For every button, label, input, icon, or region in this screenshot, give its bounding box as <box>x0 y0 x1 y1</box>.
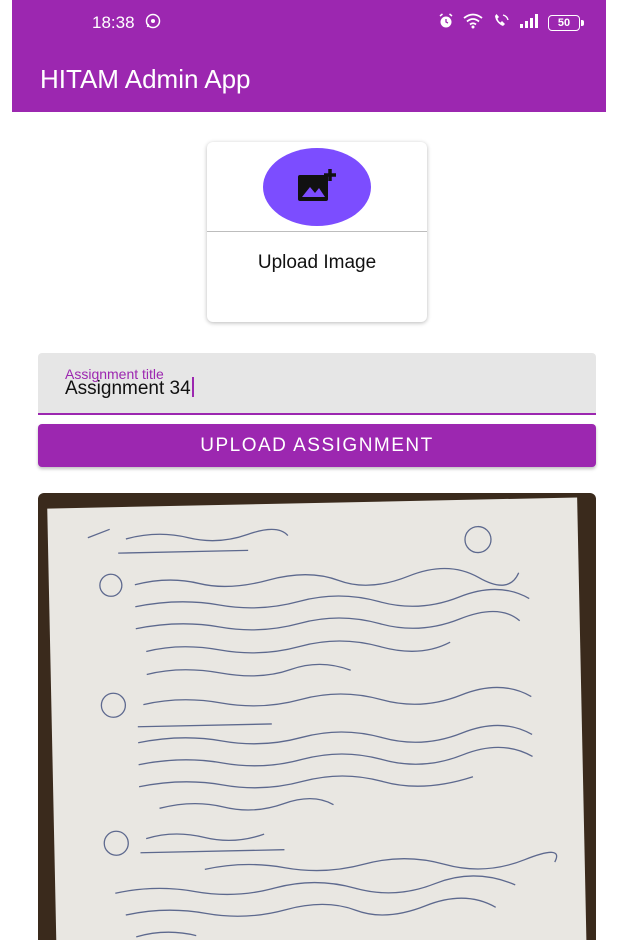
alarm-icon <box>438 12 454 34</box>
upload-image-label: Upload Image <box>257 252 377 273</box>
assignment-title-value: Assignment 34 <box>65 378 191 399</box>
whatsapp-icon <box>145 13 161 34</box>
status-bar: 18:38 50 <box>12 0 606 46</box>
upload-assignment-button[interactable]: UPLOAD ASSIGNMENT <box>38 424 596 467</box>
app-title: HITAM Admin App <box>40 63 251 94</box>
handwriting-scribble <box>87 525 558 938</box>
text-cursor <box>191 377 194 397</box>
handwritten-page <box>47 497 587 940</box>
status-right: 50 <box>438 12 584 34</box>
vowifi-icon <box>492 13 510 34</box>
assignment-title-input[interactable]: Assignment 34 <box>65 377 194 400</box>
add-photo-icon <box>296 167 338 208</box>
add-photo-button[interactable] <box>263 148 371 226</box>
assignment-image-preview <box>38 493 596 940</box>
signal-icon <box>519 13 539 34</box>
battery-icon: 50 <box>548 15 584 31</box>
assignment-title-field[interactable]: Assignment title Assignment 34 <box>38 353 596 415</box>
wifi-icon <box>463 13 483 34</box>
upload-image-card[interactable]: Upload Image <box>207 142 427 322</box>
status-time: 18:38 <box>92 13 135 32</box>
status-left: 18:38 <box>92 13 161 34</box>
app-bar: HITAM Admin App <box>12 46 606 112</box>
card-divider <box>207 231 427 232</box>
